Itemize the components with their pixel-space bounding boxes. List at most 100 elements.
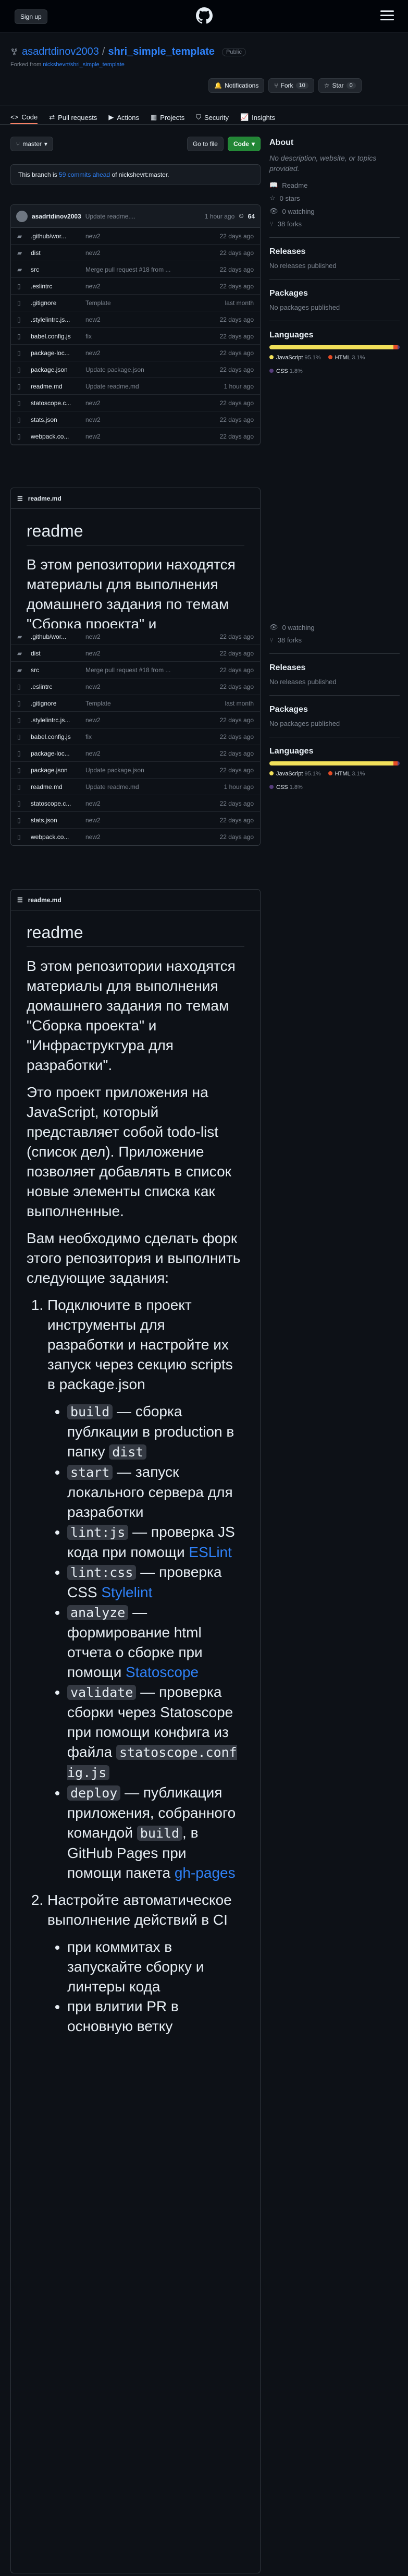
eslint-link[interactable]: ESLint <box>189 1544 232 1560</box>
file-row[interactable]: ▯ package.json Update package.json 22 days … <box>11 762 260 779</box>
file-name[interactable]: statoscope.c... <box>31 399 85 407</box>
file-commit-message[interactable]: new2 <box>85 833 207 841</box>
file-row[interactable]: ▯ webpack.co... new2 22 days ago <box>11 428 260 445</box>
avatar[interactable] <box>16 210 28 222</box>
file-name[interactable]: .github/wor... <box>31 233 85 240</box>
file-row[interactable]: ▯ .gitignore Template last month <box>11 695 260 712</box>
file-row[interactable]: ▰ dist new2 22 days ago <box>11 245 260 261</box>
tab-code[interactable]: <> Code <box>10 111 38 124</box>
file-name[interactable]: stats.json <box>31 416 85 423</box>
file-name[interactable]: stats.json <box>31 817 85 824</box>
file-commit-message[interactable]: new2 <box>85 683 207 690</box>
releases-heading[interactable]: Releases <box>269 663 400 673</box>
file-row[interactable]: ▯ statoscope.c... new2 22 days ago <box>11 795 260 812</box>
file-row[interactable]: ▯ .stylelintrc.js... new2 22 days ago <box>11 311 260 328</box>
file-row[interactable]: ▰ .github/wor... new2 22 days ago <box>11 228 260 245</box>
file-name[interactable]: package.json <box>31 767 85 774</box>
file-commit-message[interactable]: Merge pull request #18 from ... <box>85 666 207 674</box>
file-row[interactable]: ▯ stats.json new2 22 days ago <box>11 411 260 428</box>
file-row[interactable]: ▯ webpack.co... new2 22 days ago <box>11 829 260 845</box>
file-name[interactable]: .stylelintrc.js... <box>31 316 85 323</box>
file-commit-message[interactable]: fix <box>85 733 207 740</box>
tab-projects[interactable]: ▦ Projects <box>151 111 184 124</box>
menu-icon[interactable] <box>380 10 394 21</box>
file-commit-message[interactable]: new2 <box>85 233 207 240</box>
file-row[interactable]: ▯ babel.config.js fix 22 days ago <box>11 328 260 345</box>
file-name[interactable]: package-loc... <box>31 349 85 357</box>
file-name[interactable]: .stylelintrc.js... <box>31 716 85 724</box>
file-row[interactable]: ▯ statoscope.c... new2 22 days ago <box>11 395 260 411</box>
branch-select-button[interactable]: ⑂ master ▾ <box>10 137 53 151</box>
file-commit-message[interactable]: new2 <box>85 316 207 323</box>
language-item[interactable]: HTML 3.1% <box>328 771 365 777</box>
stylelint-link[interactable]: Stylelint <box>101 1584 152 1600</box>
readme-link[interactable]: 📖 Readme <box>269 181 400 189</box>
file-name[interactable]: babel.config.js <box>31 333 85 340</box>
forks-link[interactable]: ⑂ 38 forks <box>269 636 400 644</box>
tab-security[interactable]: ⛉ Security <box>196 111 229 124</box>
file-row[interactable]: ▰ dist new2 22 days ago <box>11 645 260 662</box>
language-item[interactable]: CSS 1.8% <box>269 368 303 374</box>
file-commit-message[interactable]: new2 <box>85 817 207 824</box>
packages-heading[interactable]: Packages <box>269 705 400 714</box>
forked-from-link[interactable]: nickshevrt/shri_simple_template <box>43 62 125 68</box>
language-item[interactable]: HTML 3.1% <box>328 355 365 361</box>
file-commit-message[interactable]: new2 <box>85 283 207 290</box>
file-commit-message[interactable]: new2 <box>85 349 207 357</box>
commit-count[interactable]: 64 <box>248 213 255 220</box>
file-row[interactable]: ▯ .gitignore Template last month <box>11 295 260 311</box>
fork-button[interactable]: ⑂ Fork 10 <box>268 78 314 93</box>
github-logo-icon[interactable] <box>196 7 213 24</box>
file-commit-message[interactable]: Template <box>85 299 207 307</box>
file-name[interactable]: babel.config.js <box>31 733 85 740</box>
forks-link[interactable]: ⑂ 38 forks <box>269 220 400 228</box>
star-button[interactable]: ☆ Star 0 <box>318 78 362 93</box>
sign-up-button[interactable]: Sign up <box>15 9 47 24</box>
file-row[interactable]: ▯ .eslintrc new2 22 days ago <box>11 678 260 695</box>
packages-heading[interactable]: Packages <box>269 289 400 298</box>
list-icon[interactable]: ☰ <box>17 896 23 904</box>
file-name[interactable]: dist <box>31 249 85 257</box>
file-name[interactable]: .eslintrc <box>31 283 85 290</box>
notifications-button[interactable]: 🔔 Notifications <box>208 78 265 93</box>
repo-name-link[interactable]: shri_simple_template <box>108 46 215 58</box>
file-commit-message[interactable]: Template <box>85 700 207 707</box>
code-button[interactable]: Code ▾ <box>227 137 261 151</box>
file-commit-message[interactable]: new2 <box>85 416 207 423</box>
file-name[interactable]: package.json <box>31 366 85 373</box>
gh-pages-link[interactable]: gh-pages <box>175 1865 236 1881</box>
file-name[interactable]: .gitignore <box>31 700 85 707</box>
file-row[interactable]: ▯ package-loc... new2 22 days ago <box>11 345 260 361</box>
file-name[interactable]: src <box>31 666 85 674</box>
file-commit-message[interactable]: new2 <box>85 716 207 724</box>
language-item[interactable]: JavaScript 95.1% <box>269 771 321 777</box>
file-row[interactable]: ▯ readme.md Update readme.md 1 hour ago <box>11 378 260 395</box>
file-commit-message[interactable]: new2 <box>85 750 207 757</box>
file-name[interactable]: .gitignore <box>31 299 85 307</box>
file-name[interactable]: statoscope.c... <box>31 800 85 807</box>
commit-message[interactable]: Update readme.... <box>85 213 201 220</box>
file-commit-message[interactable]: new2 <box>85 249 207 257</box>
file-commit-message[interactable]: Update readme.md <box>85 383 207 390</box>
file-row[interactable]: ▯ .stylelintrc.js... new2 22 days ago <box>11 712 260 728</box>
file-commit-message[interactable]: Merge pull request #18 from ... <box>85 266 207 273</box>
file-name[interactable]: webpack.co... <box>31 833 85 841</box>
file-row[interactable]: ▯ readme.md Update readme.md 1 hour ago <box>11 779 260 795</box>
file-name[interactable]: .github/wor... <box>31 633 85 640</box>
repo-owner-link[interactable]: asadrtdinov2003 <box>22 46 99 58</box>
file-name[interactable]: webpack.co... <box>31 433 85 440</box>
language-item[interactable]: CSS 1.8% <box>269 784 303 791</box>
file-name[interactable]: .eslintrc <box>31 683 85 690</box>
file-row[interactable]: ▯ stats.json new2 22 days ago <box>11 812 260 829</box>
file-row[interactable]: ▰ .github/wor... new2 22 days ago <box>11 628 260 645</box>
file-commit-message[interactable]: new2 <box>85 433 207 440</box>
file-row[interactable]: ▯ package-loc... new2 22 days ago <box>11 745 260 762</box>
tab-actions[interactable]: ▶ Actions <box>108 111 139 124</box>
file-commit-message[interactable]: fix <box>85 333 207 340</box>
go-to-file-button[interactable]: Go to file <box>187 137 224 151</box>
file-row[interactable]: ▯ babel.config.js fix 22 days ago <box>11 728 260 745</box>
file-name[interactable]: readme.md <box>31 783 85 791</box>
file-commit-message[interactable]: new2 <box>85 800 207 807</box>
file-row[interactable]: ▰ src Merge pull request #18 from ... 22 da… <box>11 662 260 678</box>
watching-link[interactable]: 👁 0 watching <box>269 207 400 215</box>
